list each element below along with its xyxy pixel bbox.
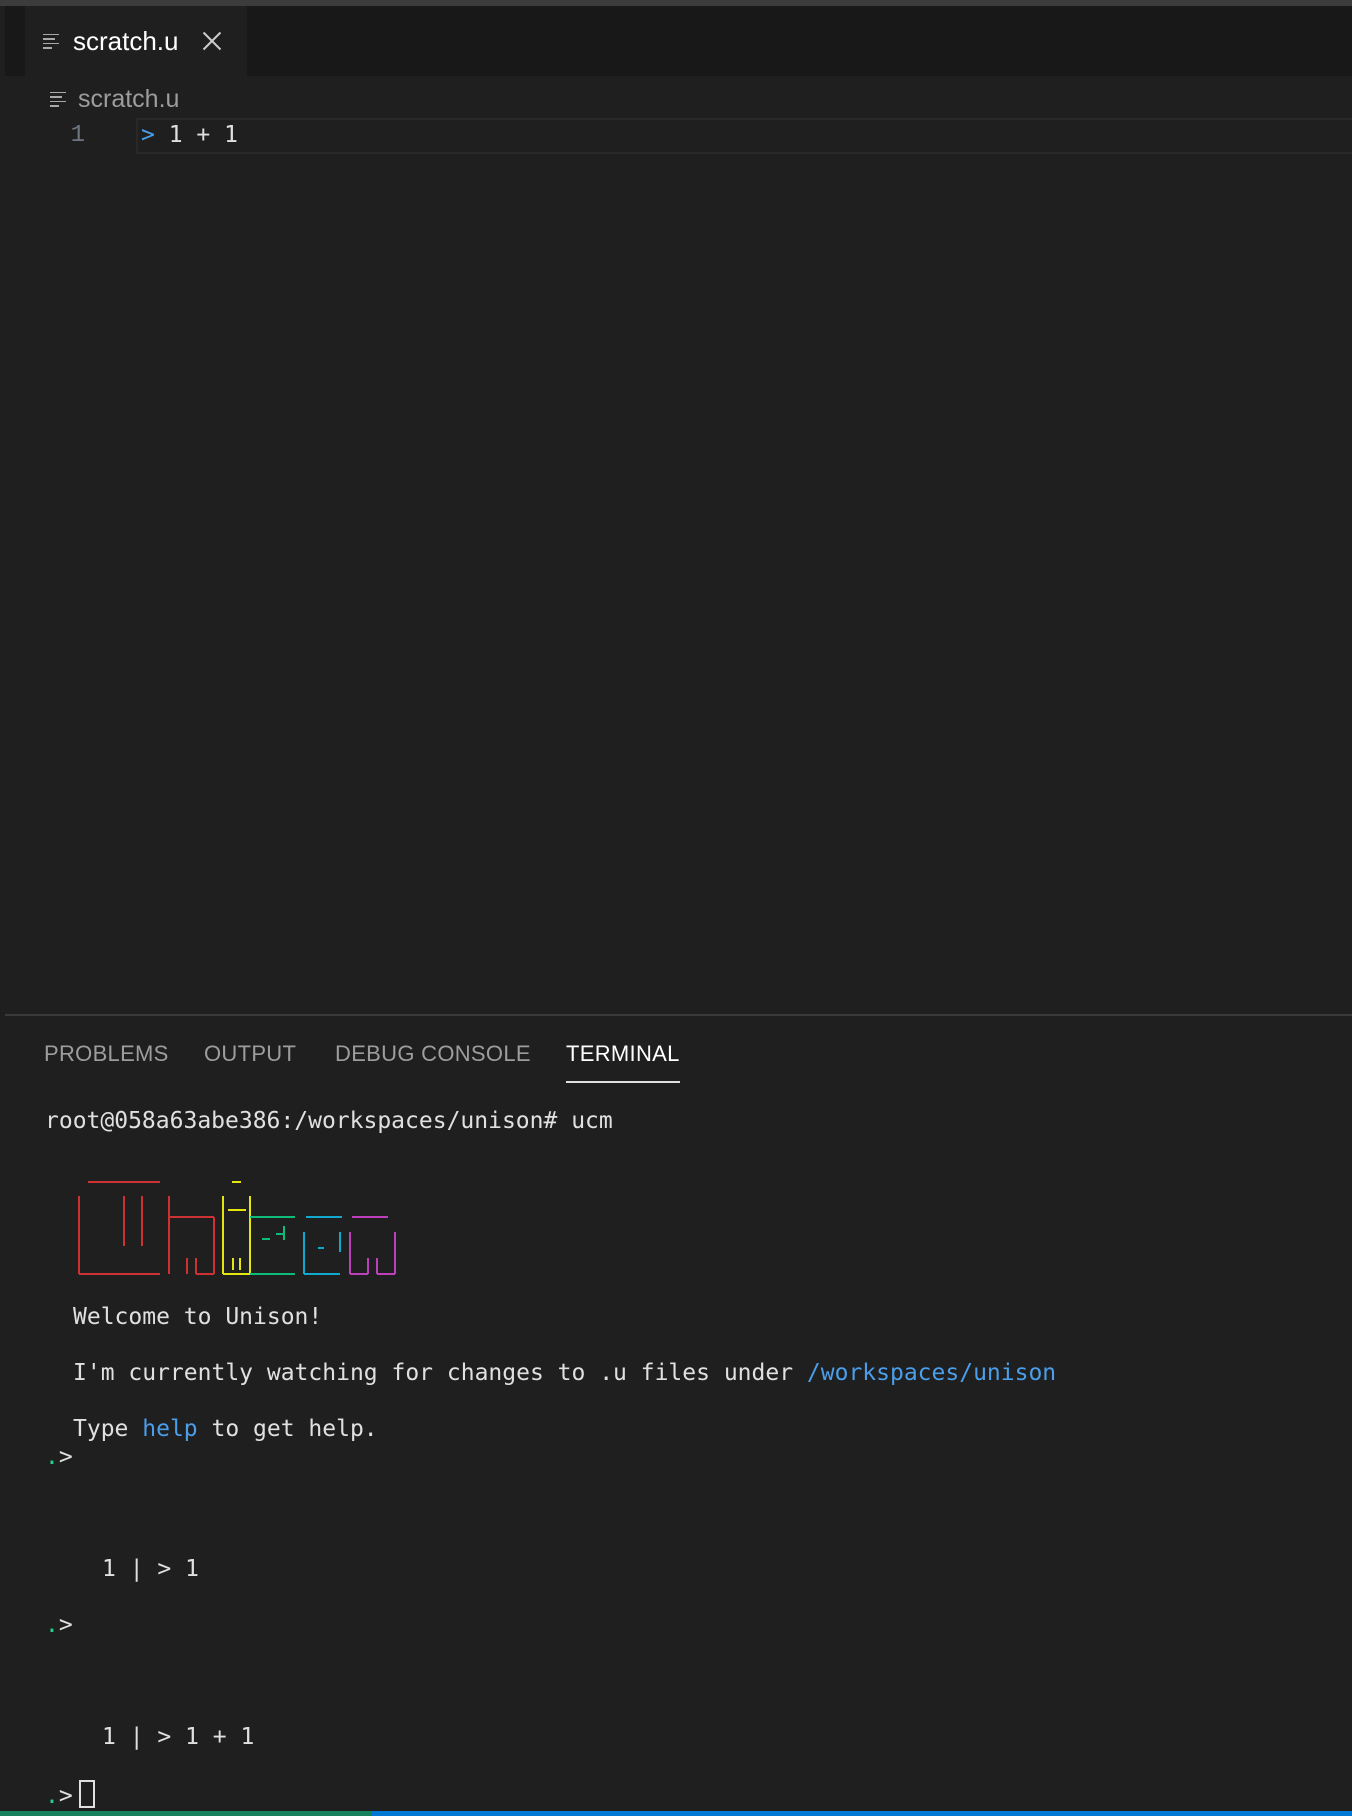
breadcrumb-file-label: scratch.u — [78, 84, 180, 113]
close-icon[interactable] — [201, 30, 223, 52]
logo-letter-o — [303, 1216, 342, 1275]
unison-ascii-logo — [78, 1181, 396, 1275]
ucm-prompt: .> — [45, 1444, 73, 1470]
watch-result-1: 1 | > 1 — [102, 1556, 199, 1582]
terminal-cursor — [78, 1780, 95, 1808]
welcome-message: Welcome to Unison! — [73, 1304, 323, 1330]
help-message: Type help to get help. — [73, 1416, 378, 1442]
current-line-highlight — [136, 118, 1352, 154]
editor-line[interactable]: 1 > 1 + 1 — [5, 118, 1352, 154]
tab-debug-console[interactable]: DEBUG CONSOLE — [335, 1041, 531, 1067]
tab-terminal[interactable]: TERMINAL — [566, 1041, 680, 1083]
logo-letter-u — [78, 1181, 170, 1275]
watch-prompt-symbol: > — [141, 122, 155, 148]
ucm-input-prompt[interactable]: .> — [45, 1780, 95, 1809]
logo-letter-n — [168, 1196, 215, 1275]
code-line[interactable]: > 1 + 1 — [141, 122, 238, 148]
logo-letter-n-2 — [349, 1216, 396, 1275]
panel-divider[interactable] — [5, 1014, 1352, 1016]
terminal-output[interactable]: root@058a63abe386:/workspaces/unison# uc… — [45, 1096, 1056, 1809]
watched-path-link[interactable]: /workspaces/unison — [807, 1360, 1056, 1386]
file-lines-icon — [43, 31, 59, 52]
status-bar-remote-indicator[interactable] — [0, 1811, 372, 1816]
terminal-command-line: root@058a63abe386:/workspaces/unison# uc… — [45, 1108, 613, 1134]
line-number: 1 — [70, 122, 85, 149]
help-command-link[interactable]: help — [142, 1416, 197, 1442]
logo-letter-s — [250, 1216, 295, 1275]
watch-result-2: 1 | > 1 + 1 — [102, 1724, 255, 1750]
logo-letter-i — [222, 1181, 251, 1275]
status-bar — [0, 1811, 1352, 1816]
tab-output[interactable]: OUTPUT — [204, 1041, 296, 1067]
code-expression: 1 + 1 — [154, 122, 238, 148]
tab-label: scratch.u — [73, 25, 179, 56]
file-lines-icon — [50, 89, 66, 110]
watching-message: I'm currently watching for changes to .u… — [73, 1360, 1057, 1386]
tab-scratch-u[interactable]: scratch.u — [25, 6, 247, 76]
ucm-prompt: .> — [45, 1612, 73, 1638]
tab-problems[interactable]: PROBLEMS — [44, 1041, 169, 1067]
breadcrumb[interactable]: scratch.u — [50, 82, 179, 116]
editor-tab-bar: scratch.u — [5, 6, 1352, 76]
